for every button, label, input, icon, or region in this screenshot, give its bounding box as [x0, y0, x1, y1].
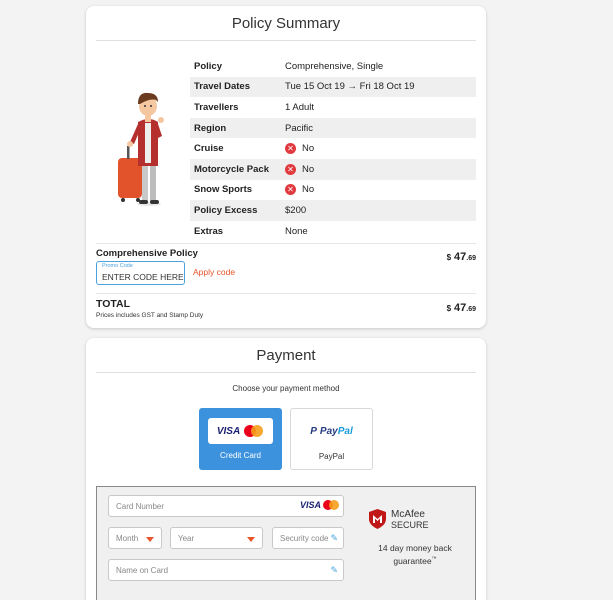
paypal-option[interactable]: P PayPal PayPal [290, 408, 373, 470]
choose-payment-text: Choose your payment method [232, 384, 340, 393]
mcafee-secure-label: SECURE [391, 520, 429, 530]
detail-row-travel-dates: Travel Dates Tue 15 Oct 19 → Fri 18 Oct 1… [190, 76, 476, 98]
x-circle-icon: ✕ [285, 163, 296, 175]
divider [96, 372, 476, 373]
comprehensive-policy-label: Comprehensive Policy [96, 248, 198, 259]
detail-row-motorcycle-pack: Motorcycle Pack ✕ No [190, 158, 476, 180]
detail-row-region: Region Pacific [190, 117, 476, 139]
card-details-form: Card Number VISA Month Year Security cod… [96, 486, 476, 600]
divider [96, 40, 476, 41]
total-price: $47.69 [446, 302, 476, 314]
credit-card-option[interactable]: VISA Credit Card [199, 408, 282, 470]
detail-row-snow-sports: Snow Sports ✕ No [194, 184, 315, 196]
policy-price: $47.69 [446, 251, 476, 263]
paypal-icon: P [310, 426, 317, 437]
divider [96, 243, 476, 244]
month-select[interactable]: Month [108, 527, 162, 549]
detail-row-extras: Extras None [194, 225, 308, 237]
chevron-down-icon [247, 537, 255, 542]
card-number-field[interactable]: Card Number VISA [108, 495, 344, 517]
payment-title: Payment [256, 347, 316, 364]
card-brands-logo: VISA [208, 418, 273, 444]
policy-summary-card: Policy Summary Policy Comprehensive, Sing… [86, 6, 486, 328]
visa-logo: VISA [299, 500, 321, 510]
policy-details-table: Policy Comprehensive, Single Travel Dates… [190, 56, 476, 241]
visa-logo: VISA [216, 425, 241, 437]
x-circle-icon: ✕ [285, 143, 296, 155]
traveller-illustration [118, 92, 164, 206]
name-on-card-field[interactable]: Name on Card ✎ [108, 559, 344, 581]
total-label: TOTAL [96, 298, 131, 310]
detail-row-policy-excess: Policy Excess $200 [190, 200, 476, 221]
guarantee-text: 14 day money back guarantee™ [378, 543, 452, 566]
credit-card-label: Credit Card [220, 451, 261, 460]
detail-row-travellers: Travellers 1 Adult [194, 101, 315, 113]
promo-code-input[interactable]: Promo Code ENTER CODE HERE [96, 261, 185, 285]
paypal-logo: P PayPal [310, 426, 353, 437]
divider [96, 293, 476, 294]
chevron-down-icon [146, 537, 154, 542]
payment-card: Payment Choose your payment method VISA … [86, 338, 486, 600]
detail-row-policy: Policy Comprehensive, Single [194, 60, 384, 72]
x-circle-icon: ✕ [285, 184, 296, 196]
promo-code-label: Promo Code [102, 263, 133, 269]
card-brand-icons: VISA [300, 500, 339, 510]
policy-summary-title: Policy Summary [231, 15, 341, 32]
year-select[interactable]: Year [170, 527, 263, 549]
security-code-field[interactable]: Security code ✎ [272, 527, 344, 549]
promo-code-value: ENTER CODE HERE [102, 272, 184, 282]
mastercard-icon [244, 425, 264, 437]
paypal-label: PayPal [318, 452, 345, 461]
pen-icon: ✎ [330, 532, 338, 543]
mastercard-icon [323, 500, 339, 510]
mcafee-shield-icon [369, 509, 386, 529]
pen-icon: ✎ [330, 564, 338, 575]
apply-code-link[interactable]: Apply code [193, 267, 235, 277]
mcafee-name: McAfee [391, 509, 425, 520]
detail-row-cruise: Cruise ✕ No [194, 143, 315, 155]
tax-note: Prices includes GST and Stamp Duty [96, 312, 204, 319]
